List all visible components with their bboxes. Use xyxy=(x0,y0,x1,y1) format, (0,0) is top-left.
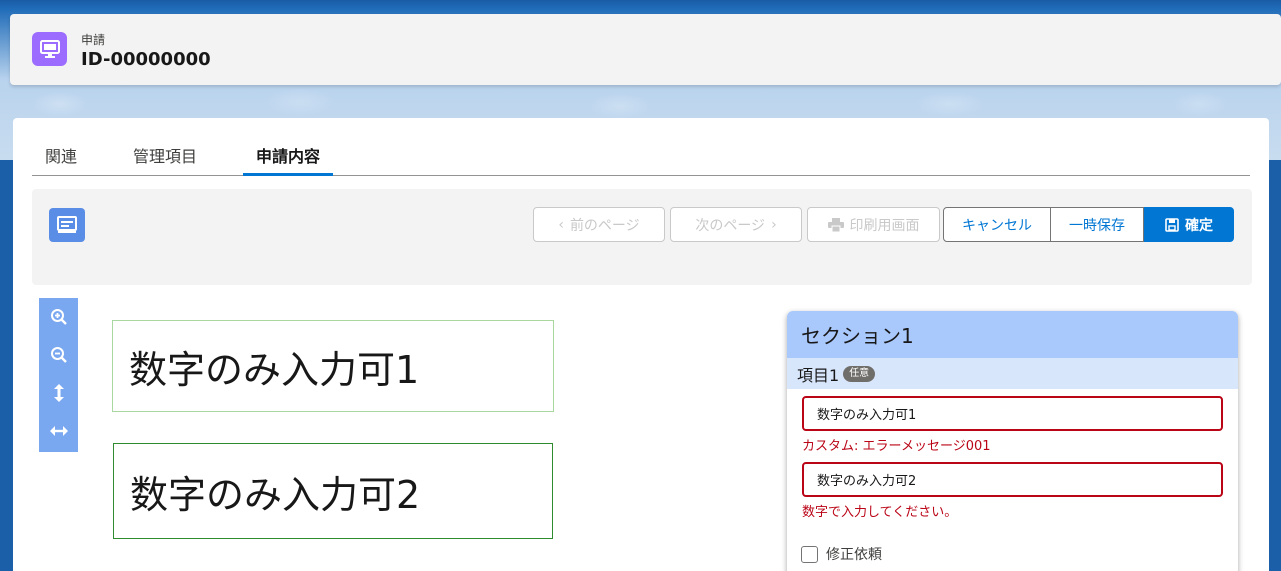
save-draft-button[interactable]: 一時保存 xyxy=(1051,207,1144,242)
desktop-icon xyxy=(32,32,67,66)
zoom-toolbar xyxy=(39,298,78,452)
print-label: 印刷用画面 xyxy=(849,217,920,234)
confirm-label: 確定 xyxy=(1185,217,1213,234)
confirm-button[interactable]: 確定 xyxy=(1144,207,1234,242)
input-2-error: 数字で入力してください。 xyxy=(802,505,958,520)
number-input-1[interactable]: 数字のみ入力可1 xyxy=(802,396,1223,431)
revision-request-row: 修正依頼 xyxy=(801,544,882,564)
fit-height-icon[interactable] xyxy=(39,374,78,412)
tab-application-content[interactable]: 申請内容 xyxy=(243,144,334,176)
prev-page-button[interactable]: ‹ 前のページ xyxy=(533,207,665,242)
chevron-left-icon: ‹ xyxy=(558,216,564,233)
next-page-label: 次のページ xyxy=(695,217,766,234)
save-icon xyxy=(1165,217,1179,232)
form-icon xyxy=(49,208,85,242)
main-card: 関連 管理項目 申請内容 ‹ 前のページ 次のページ › 印刷用画面 キャンセル… xyxy=(13,118,1269,571)
optional-badge: 任意 xyxy=(843,365,876,382)
cancel-button[interactable]: キャンセル xyxy=(943,207,1051,242)
tab-related[interactable]: 関連 xyxy=(32,144,90,176)
object-label: 申請 xyxy=(81,33,106,47)
document-field-2[interactable]: 数字のみ入力可2 xyxy=(113,443,553,539)
chevron-right-icon: › xyxy=(771,216,777,233)
toolbar: ‹ 前のページ 次のページ › 印刷用画面 キャンセル 一時保存 確定 xyxy=(32,189,1252,285)
section-panel: セクション1 項目1 任意 数字のみ入力可1 カスタム: エラーメッセージ001… xyxy=(787,311,1238,571)
item-header: 項目1 任意 xyxy=(787,358,1238,389)
revision-request-checkbox[interactable] xyxy=(801,545,818,563)
section-title: セクション1 xyxy=(787,311,1238,358)
fit-width-icon[interactable] xyxy=(39,412,78,450)
number-input-2[interactable]: 数字のみ入力可2 xyxy=(802,462,1223,497)
record-header: 申請 ID-00000000 xyxy=(10,14,1281,85)
printer-icon xyxy=(827,217,844,232)
item-label: 項目1 xyxy=(797,365,840,385)
prev-page-label: 前のページ xyxy=(569,217,640,234)
zoom-in-icon[interactable] xyxy=(39,298,78,336)
next-page-button[interactable]: 次のページ › xyxy=(670,207,802,242)
revision-request-label: 修正依頼 xyxy=(826,547,882,563)
document-field-1[interactable]: 数字のみ入力可1 xyxy=(112,320,554,412)
tab-bar: 関連 管理項目 申請内容 xyxy=(32,140,1250,176)
tab-management[interactable]: 管理項目 xyxy=(120,144,210,176)
zoom-out-icon[interactable] xyxy=(39,336,78,374)
action-button-group: キャンセル 一時保存 確定 xyxy=(943,207,1234,242)
record-id: ID-00000000 xyxy=(81,49,211,70)
print-button[interactable]: 印刷用画面 xyxy=(807,207,940,242)
input-1-error: カスタム: エラーメッセージ001 xyxy=(802,439,991,454)
